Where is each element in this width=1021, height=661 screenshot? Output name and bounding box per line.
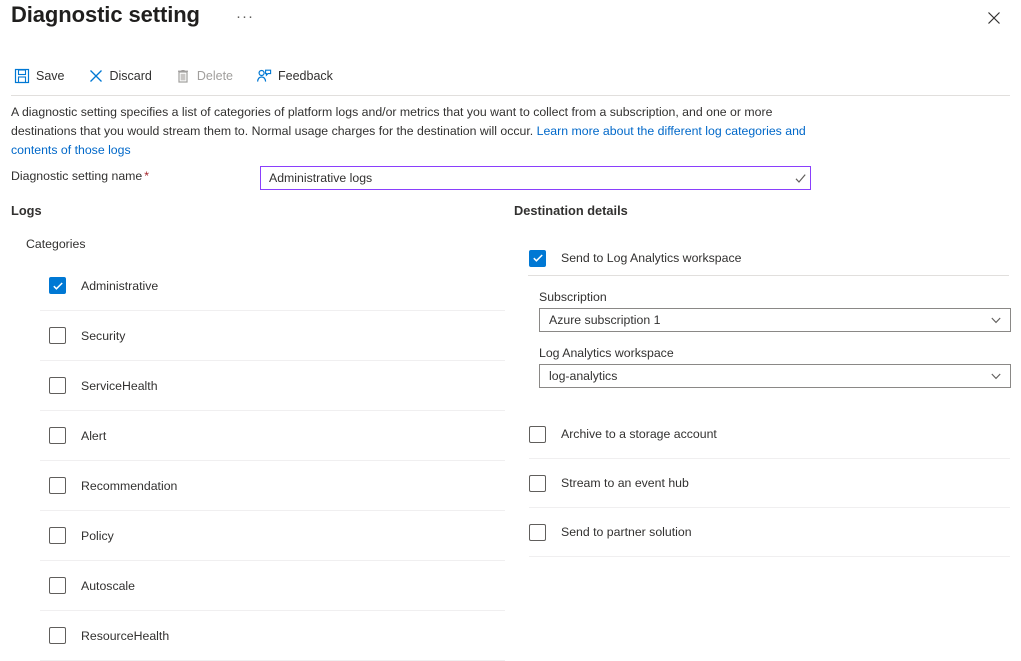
- required-marker: *: [144, 169, 149, 183]
- feedback-icon: [256, 68, 272, 84]
- send-to-log-analytics-row[interactable]: Send to Log Analytics workspace: [514, 241, 1021, 275]
- category-checkbox-resourcehealth[interactable]: [49, 627, 66, 644]
- feedback-button[interactable]: Feedback: [256, 62, 342, 90]
- toolbar-divider: [11, 95, 1010, 96]
- send-to-log-analytics-checkbox[interactable]: [529, 250, 546, 267]
- diagnostic-setting-name-row: Diagnostic setting name*: [11, 166, 1011, 190]
- destination-divider: [528, 275, 1009, 276]
- category-row-recommendation[interactable]: Recommendation: [40, 461, 505, 511]
- categories-list: Administrative Security ServiceHealth Al…: [0, 261, 510, 661]
- category-checkbox-security[interactable]: [49, 327, 66, 344]
- delete-button: Delete: [175, 62, 242, 90]
- destination-section-title: Destination details: [514, 203, 1021, 218]
- destination-option-label: Stream to an event hub: [561, 476, 689, 490]
- category-label: Recommendation: [81, 479, 177, 493]
- category-row-resourcehealth[interactable]: ResourceHealth: [40, 611, 505, 661]
- save-button-label: Save: [36, 69, 65, 83]
- archive-to-storage-account-row[interactable]: Archive to a storage account: [529, 410, 1010, 459]
- delete-icon: [175, 68, 191, 84]
- destination-option-label: Send to partner solution: [561, 525, 692, 539]
- log-analytics-workspace-select[interactable]: log-analytics: [539, 364, 1011, 388]
- category-row-administrative[interactable]: Administrative: [40, 261, 505, 311]
- save-icon: [14, 68, 30, 84]
- diagnostic-setting-name-input[interactable]: [261, 167, 790, 189]
- diagnostic-setting-name-input-wrapper[interactable]: [260, 166, 811, 190]
- chevron-down-icon: [990, 370, 1002, 382]
- send-to-log-analytics-label: Send to Log Analytics workspace: [561, 251, 741, 265]
- category-row-policy[interactable]: Policy: [40, 511, 505, 561]
- destination-options-list: Archive to a storage account Stream to a…: [514, 410, 1021, 557]
- subscription-field: Subscription Azure subscription 1: [539, 290, 1011, 332]
- category-checkbox-policy[interactable]: [49, 527, 66, 544]
- diagnostic-setting-name-label: Diagnostic setting name*: [11, 169, 149, 183]
- stream-to-event-hub-row[interactable]: Stream to an event hub: [529, 459, 1010, 508]
- category-label: Alert: [81, 429, 106, 443]
- checkmark-icon: [790, 167, 810, 189]
- category-label: Security: [81, 329, 125, 343]
- category-checkbox-administrative[interactable]: [49, 277, 66, 294]
- feedback-button-label: Feedback: [278, 69, 333, 83]
- category-row-servicehealth[interactable]: ServiceHealth: [40, 361, 505, 411]
- command-toolbar: Save Discard Delete Fee: [0, 62, 356, 90]
- category-checkbox-servicehealth[interactable]: [49, 377, 66, 394]
- log-analytics-workspace-selected-value: log-analytics: [549, 369, 990, 383]
- category-label: ServiceHealth: [81, 379, 158, 393]
- description-text: A diagnostic setting specifies a list of…: [11, 103, 811, 160]
- send-to-partner-solution-checkbox[interactable]: [529, 524, 546, 541]
- discard-button[interactable]: Discard: [88, 62, 161, 90]
- name-label-text: Diagnostic setting name: [11, 169, 142, 183]
- log-analytics-workspace-field: Log Analytics workspace log-analytics: [539, 346, 1011, 388]
- discard-button-label: Discard: [110, 69, 152, 83]
- category-row-alert[interactable]: Alert: [40, 411, 505, 461]
- close-icon[interactable]: [983, 7, 1005, 29]
- logs-section-title: Logs: [11, 203, 510, 218]
- category-checkbox-recommendation[interactable]: [49, 477, 66, 494]
- subscription-select[interactable]: Azure subscription 1: [539, 308, 1011, 332]
- chevron-down-icon: [990, 314, 1002, 326]
- send-to-partner-solution-row[interactable]: Send to partner solution: [529, 508, 1010, 557]
- archive-to-storage-account-checkbox[interactable]: [529, 426, 546, 443]
- subscription-label: Subscription: [539, 290, 1011, 304]
- stream-to-event-hub-checkbox[interactable]: [529, 475, 546, 492]
- discard-icon: [88, 68, 104, 84]
- destination-option-label: Archive to a storage account: [561, 427, 717, 441]
- destination-details-panel: Destination details Send to Log Analytic…: [514, 203, 1021, 557]
- category-label: Autoscale: [81, 579, 135, 593]
- log-analytics-workspace-label: Log Analytics workspace: [539, 346, 1011, 360]
- category-checkbox-alert[interactable]: [49, 427, 66, 444]
- subscription-selected-value: Azure subscription 1: [549, 313, 990, 327]
- page-title: Diagnostic setting: [11, 2, 200, 28]
- category-row-security[interactable]: Security: [40, 311, 505, 361]
- category-label: Policy: [81, 529, 114, 543]
- category-checkbox-autoscale[interactable]: [49, 577, 66, 594]
- save-button[interactable]: Save: [14, 62, 74, 90]
- category-label: ResourceHealth: [81, 629, 169, 643]
- category-label: Administrative: [81, 279, 158, 293]
- page-header: Diagnostic setting ···: [0, 0, 1021, 46]
- delete-button-label: Delete: [197, 69, 233, 83]
- logs-panel: Logs Categories Administrative Security …: [0, 203, 510, 661]
- category-row-autoscale[interactable]: Autoscale: [40, 561, 505, 611]
- more-options-button[interactable]: ···: [231, 6, 259, 27]
- categories-subtitle: Categories: [26, 237, 510, 251]
